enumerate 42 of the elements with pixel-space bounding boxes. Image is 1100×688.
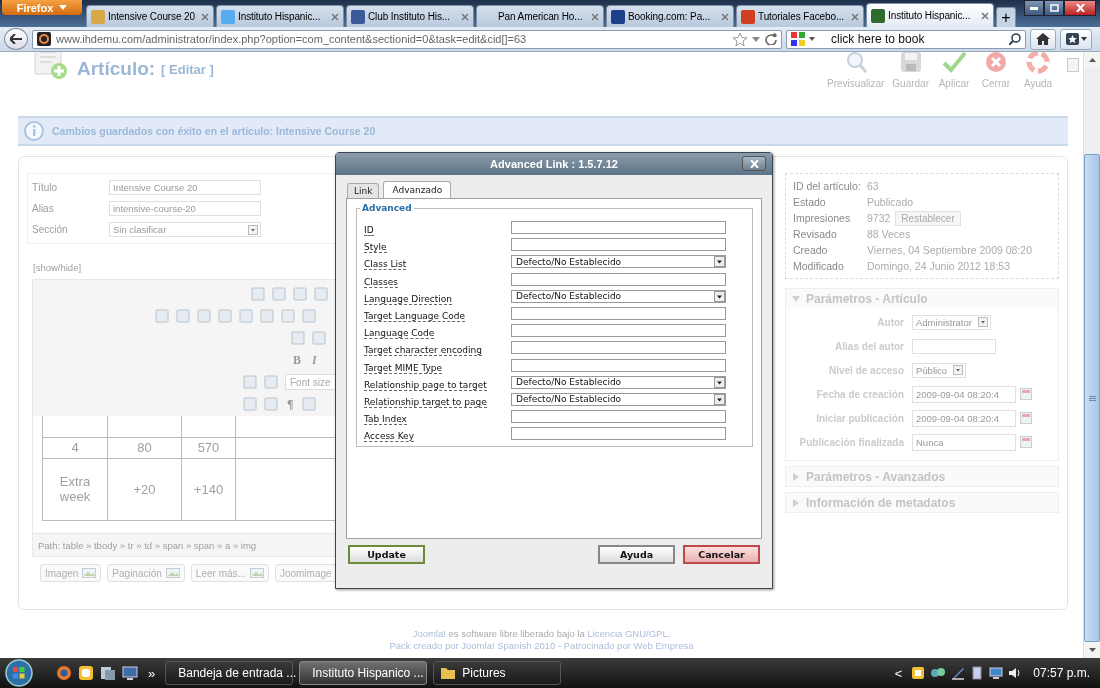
field-label: Language Code	[364, 328, 435, 340]
field-label: Language Direction	[364, 293, 452, 305]
table-cell: 80	[137, 440, 152, 455]
field-label: Sección	[32, 224, 69, 235]
footer-text: Pack creado por Joomla! Spanish 2010 - Patrocinado por Web Empresa	[389, 640, 694, 651]
info-label: ID del artículo:	[793, 180, 862, 192]
field-label: ID	[364, 225, 374, 237]
message-text: Cambios guardados con éxito en el artículo: Intensive Course 20	[52, 125, 376, 137]
field-label: Relationship target to page	[364, 396, 487, 408]
table-cell: +140	[193, 481, 224, 497]
info-label: Creado	[793, 244, 829, 256]
info-value: 88 Veces	[867, 228, 911, 240]
field-label: Alias	[32, 203, 55, 214]
field-label: Classes	[364, 276, 398, 288]
dialog-title: Advanced Link : 1.5.7.12	[490, 158, 618, 170]
field-label: Target character encoding	[364, 345, 482, 357]
table-cell: 4	[71, 440, 79, 455]
info-value: Domingo, 24 Junio 2012 18:53	[867, 260, 1011, 272]
info-value: 63	[867, 180, 879, 192]
table-cell: Extra week	[59, 474, 91, 504]
fieldset-legend: Advanced	[360, 203, 414, 213]
info-value: Publicado	[867, 196, 914, 208]
info-value: 9732	[867, 212, 891, 224]
info-label: Estado	[793, 196, 827, 208]
field-label: Tab Index	[364, 414, 407, 426]
info-label: Modificado	[793, 260, 845, 272]
table-cell: 570	[197, 440, 220, 455]
field-label: Target MIME Type	[364, 362, 443, 374]
footer-text: Joomla! es software libre liberado bajo la Licencia GNU/GPL.	[412, 628, 671, 639]
table-cell: +20	[133, 481, 156, 497]
info-label: Impresiones	[793, 212, 852, 224]
info-label: Revisado	[793, 228, 838, 240]
clock-text: 07:57 p.m.	[1033, 666, 1090, 680]
info-value: Viernes, 04 Septiembre 2009 08:20	[867, 244, 1032, 256]
field-label: Relationship page to target	[364, 379, 487, 391]
field-label: Class List	[364, 259, 407, 271]
edit-label: [ Editar ]	[161, 62, 214, 77]
field-label: Style	[364, 242, 387, 254]
field-label: Título	[32, 182, 58, 193]
page-title: Artículo:	[77, 58, 156, 80]
field-label: Access Key	[364, 431, 414, 443]
field-label: Target Language Code	[364, 311, 466, 323]
